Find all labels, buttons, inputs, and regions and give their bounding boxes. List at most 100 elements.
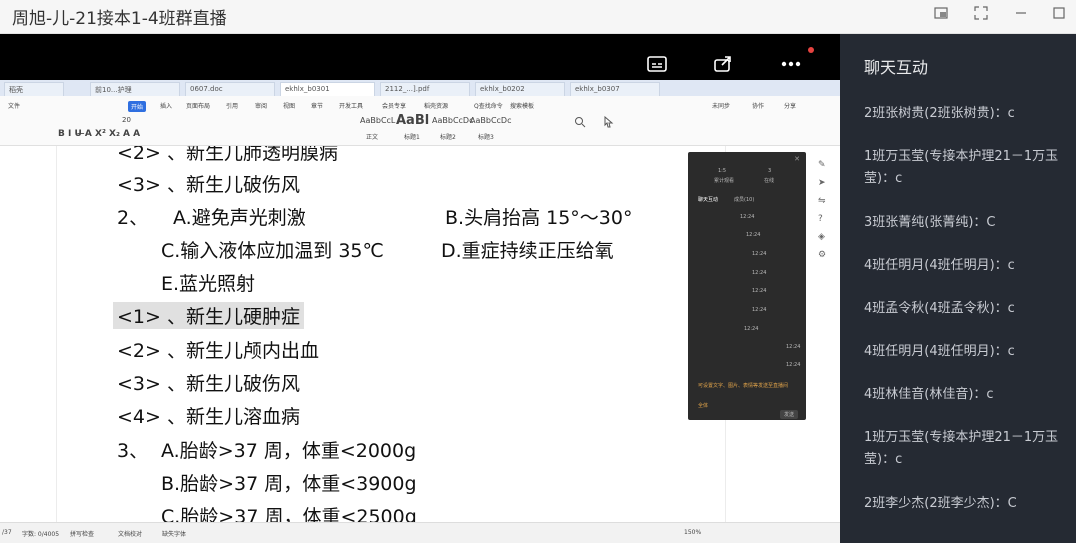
doc-tab[interactable]: 0607.doc xyxy=(185,82,275,96)
mini-time: 12:24 xyxy=(752,288,767,294)
comment-icon[interactable]: ◈ xyxy=(818,232,834,250)
menu-item[interactable]: 审阅 xyxy=(255,101,267,110)
maximize-icon[interactable] xyxy=(1046,4,1072,28)
search-icon[interactable] xyxy=(574,116,586,130)
doc-line: D.重症持续正压给氧 xyxy=(441,240,614,262)
doc-line: A.胎龄>37 周，体重<2000g xyxy=(161,440,417,462)
doc-line: <3> 、新生儿破伤风 xyxy=(117,174,300,196)
doc-line: <4> 、新生儿溶血病 xyxy=(117,406,300,428)
doc-line: <2> 、新生儿颅内出血 xyxy=(117,340,319,362)
doc-line: 3、 xyxy=(117,440,149,462)
zoom-level[interactable]: 150% xyxy=(684,529,701,536)
word-count: 字数: 0/4005 xyxy=(22,531,60,538)
search-command[interactable]: Q查找命令 xyxy=(474,101,503,110)
spell-check[interactable]: 拼写检查 xyxy=(70,529,94,538)
proofread[interactable]: 文档校对 xyxy=(118,529,142,538)
stat-label: 累计观看 xyxy=(714,178,735,184)
ribbon-menu: 文件 开始 插入 页面布局 引用 审阅 视图 章节 开发工具 会员专享 稻壳资源… xyxy=(0,99,840,113)
stat-value: 1:5 xyxy=(718,168,727,174)
mini-toggle[interactable]: 全体 xyxy=(698,402,708,409)
right-rail-icons[interactable]: ✎ ➤ ⇋ ? ◈ ⚙ xyxy=(818,160,834,268)
style-heading1[interactable]: AaBl xyxy=(396,113,429,128)
chat-message: 2班张树贵(2班张树贵)：c xyxy=(864,106,1015,121)
adjust-icon[interactable]: ⇋ xyxy=(818,196,834,214)
doc-tab[interactable]: ekhlx_b0307 xyxy=(570,82,660,96)
menu-item[interactable]: 搜索模板 xyxy=(510,101,534,110)
missing-fonts[interactable]: 缺失字体 xyxy=(162,529,186,538)
picture-in-picture-icon[interactable] xyxy=(928,4,954,28)
style-heading3[interactable]: AaBbCcDc xyxy=(470,116,511,125)
help-icon[interactable]: ? xyxy=(818,214,834,232)
menu-item[interactable]: 章节 xyxy=(311,101,323,110)
chat-message: 3班张菁纯(张菁纯)：C xyxy=(864,215,996,230)
style-caption: 标题1 xyxy=(404,134,420,141)
format-icons[interactable]: B I U ̶A X² X₂ A A xyxy=(58,129,140,139)
mini-tab-chat[interactable]: 聊天互动 xyxy=(698,196,718,203)
menu-item[interactable]: 视图 xyxy=(283,101,295,110)
doc-tab[interactable]: 2112_...].pdf xyxy=(380,82,470,96)
menu-item[interactable]: 插入 xyxy=(160,101,172,110)
menu-item[interactable]: 页面布局 xyxy=(186,101,210,110)
window-titlebar: 周旭-儿-21接本1-4班群直播 xyxy=(0,0,1076,34)
style-normal[interactable]: AaBbCcL xyxy=(360,116,395,125)
menu-item[interactable]: 引用 xyxy=(226,101,238,110)
mini-time: 12:24 xyxy=(752,251,767,257)
mini-time: 12:24 xyxy=(744,326,759,332)
doc-line: <2> 、新生儿肺透明膜病 xyxy=(117,146,338,164)
chat-message: 1班万玉莹(专接本护理21－1万玉莹)：c xyxy=(864,430,1059,467)
chat-message: 1班万玉莹(专接本护理21－1万玉莹)：c xyxy=(864,149,1059,186)
doc-line-highlighted: <1> 、新生儿硬肿症 xyxy=(113,302,304,329)
stat-label: 在线 xyxy=(764,178,775,184)
chat-message: 4班孟令秋(4班孟令秋)：c xyxy=(864,301,1015,316)
style-caption: 标题2 xyxy=(440,134,456,141)
style-caption: 正文 xyxy=(366,134,379,141)
doc-line: E.蓝光照射 xyxy=(161,273,256,295)
doc-tab[interactable]: 前10...护理 xyxy=(90,82,180,96)
doc-line: B.胎龄>37 周，体重<3900g xyxy=(161,473,417,495)
ribbon-toolbar: 文件 开始 插入 页面布局 引用 审阅 视图 章节 开发工具 会员专享 稻壳资源… xyxy=(0,96,840,146)
window-title: 周旭-儿-21接本1-4班群直播 xyxy=(12,9,227,29)
menu-item-start[interactable]: 开始 xyxy=(128,101,147,112)
stat-value: 3 xyxy=(768,168,772,174)
shared-document-window: 稻壳 前10...护理 0607.doc ekhlx_b0301 2112_..… xyxy=(0,80,840,543)
chat-panel: 聊天互动 2班张树贵(2班张树贵)：c 1班万玉莹(专接本护理21－1万玉莹)：… xyxy=(840,34,1076,543)
doc-line: <3> 、新生儿破伤风 xyxy=(117,373,300,395)
style-heading2[interactable]: AaBbCcDc xyxy=(432,116,473,125)
menu-item[interactable]: 分享 xyxy=(784,101,796,110)
mini-notice: 可设置文字、图片、表情等发送至直播间 xyxy=(698,383,789,389)
pointer-icon[interactable]: ➤ xyxy=(818,178,834,196)
menu-item[interactable]: 文件 xyxy=(8,101,20,110)
document-tab-bar: 稻壳 前10...护理 0607.doc ekhlx_b0301 2112_..… xyxy=(0,80,840,96)
chat-message: 4班任明月(4班任明月)：c xyxy=(864,258,1015,273)
status-bar: /37 字数: 0/4005 拼写检查 文档校对 缺失字体 150% xyxy=(0,522,840,543)
close-icon[interactable]: ✕ xyxy=(794,155,800,163)
mini-send-button[interactable]: 发送 xyxy=(780,410,799,419)
menu-item[interactable]: 稻壳资源 xyxy=(424,101,448,110)
page-indicator: /37 xyxy=(2,529,12,536)
minimize-icon[interactable] xyxy=(1008,4,1034,28)
doc-tab-active[interactable]: ekhlx_b0301 xyxy=(280,82,375,96)
fullscreen-icon[interactable] xyxy=(968,4,994,28)
chat-message: 4班林佳音(林佳音)：c xyxy=(864,387,994,402)
mini-time: 12:24 xyxy=(740,214,755,220)
doc-line: A.避免声光刺激 xyxy=(173,207,306,229)
doc-line: C.输入液体应加温到 35℃ xyxy=(161,240,384,262)
chat-message: 2班李少杰(2班李少杰)：C xyxy=(864,496,1017,511)
menu-item[interactable]: 协作 xyxy=(752,101,764,110)
mini-time: 12:24 xyxy=(746,232,761,238)
menu-item[interactable]: 未同步 xyxy=(712,101,730,110)
cursor-select-icon[interactable] xyxy=(604,115,614,130)
chat-panel-title: 聊天互动 xyxy=(864,58,929,77)
font-size-value[interactable]: 20 xyxy=(122,116,131,124)
document-page[interactable]: <2> 、新生儿肺透明膜病 <3> 、新生儿破伤风 2、 A.避免声光刺激 B.… xyxy=(56,146,726,543)
menu-item[interactable]: 会员专享 xyxy=(382,101,406,110)
settings-icon[interactable]: ⚙ xyxy=(818,250,834,268)
mini-time: 12:24 xyxy=(752,307,767,313)
pen-icon[interactable]: ✎ xyxy=(818,160,834,178)
doc-line: 2、 xyxy=(117,207,149,229)
style-caption: 标题3 xyxy=(478,134,494,141)
mini-tab-members[interactable]: 成员(10) xyxy=(734,196,754,203)
doc-tab[interactable]: ekhlx_b0202 xyxy=(475,82,565,96)
doc-tab[interactable]: 稻壳 xyxy=(4,82,64,96)
menu-item[interactable]: 开发工具 xyxy=(339,101,363,110)
